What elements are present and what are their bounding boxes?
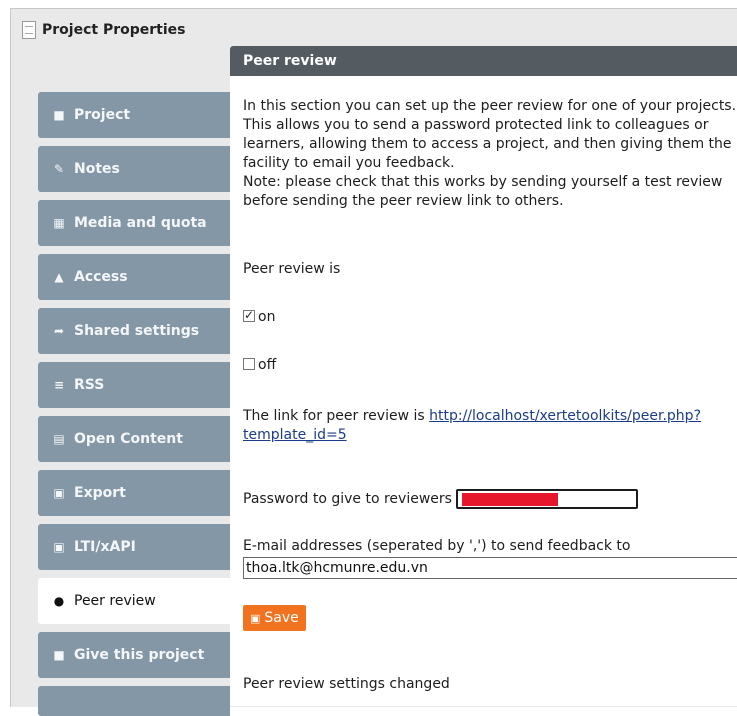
tab-lti-xapi[interactable]: ▣ LTI/xAPI bbox=[38, 524, 230, 570]
tab-label: Media and quota bbox=[74, 215, 207, 231]
tab-label: Shared settings bbox=[74, 323, 200, 339]
window-title-text: Project Properties bbox=[42, 22, 186, 38]
password-label: Password to give to reviewers bbox=[243, 491, 452, 507]
tab-label: Access bbox=[74, 269, 128, 285]
film-icon: ▦ bbox=[53, 216, 65, 230]
unlock-icon: ▲ bbox=[54, 270, 64, 284]
tab-peer-review[interactable]: ● Peer review bbox=[38, 578, 230, 624]
floppy-icon: ▣ bbox=[250, 611, 261, 625]
tab-label: Notes bbox=[74, 161, 120, 177]
option-off[interactable]: off bbox=[243, 356, 276, 375]
save-row: ▣ Save bbox=[243, 605, 306, 631]
tab-next-partial[interactable] bbox=[38, 686, 230, 716]
window-title: Project Properties bbox=[22, 18, 185, 42]
tab-rss[interactable]: ≡ RSS bbox=[38, 362, 230, 408]
gift-icon: ■ bbox=[53, 648, 65, 662]
panel-header: Peer review bbox=[230, 46, 737, 76]
tab-notes[interactable]: ✎ Notes bbox=[38, 146, 230, 192]
email-label: E-mail addresses (seperated by ',') to s… bbox=[243, 538, 631, 554]
tab-label: RSS bbox=[74, 377, 105, 393]
tab-label: Give this project bbox=[74, 647, 205, 663]
off-label: off bbox=[258, 357, 277, 373]
on-label: on bbox=[258, 309, 276, 325]
note-paragraph: Note: please check that this works by se… bbox=[243, 174, 723, 209]
tab-media-and-quota[interactable]: ▦ Media and quota bbox=[38, 200, 230, 246]
intro-text: In this section you can set up the peer … bbox=[243, 97, 737, 211]
panel-title: Peer review bbox=[243, 53, 337, 69]
tab-project[interactable]: ■ Project bbox=[38, 92, 230, 138]
peer-review-status-label: Peer review is bbox=[243, 261, 341, 277]
off-checkbox[interactable] bbox=[243, 358, 255, 370]
on-checkbox[interactable] bbox=[243, 306, 255, 325]
save-icon: ▣ bbox=[53, 486, 65, 500]
tab-label: Peer review bbox=[74, 593, 156, 609]
tab-open-content[interactable]: ▤ Open Content bbox=[38, 416, 230, 462]
tab-shared-settings[interactable]: ➦ Shared settings bbox=[38, 308, 230, 354]
intro-paragraph: In this section you can set up the peer … bbox=[243, 98, 737, 171]
lti-icon: ▣ bbox=[53, 540, 65, 554]
email-input[interactable]: thoa.ltk@hcmunre.edu.vn bbox=[243, 557, 737, 579]
password-input[interactable] bbox=[456, 489, 639, 509]
password-row: Password to give to reviewers bbox=[243, 489, 639, 509]
tab-label: Project bbox=[74, 107, 131, 123]
peer-review-link-line: The link for peer review is http://local… bbox=[243, 407, 737, 445]
share-icon: ➦ bbox=[53, 324, 65, 338]
document-icon bbox=[22, 21, 36, 39]
save-label: Save bbox=[264, 609, 299, 626]
save-button[interactable]: ▣ Save bbox=[243, 605, 306, 631]
status-message: Peer review settings changed bbox=[243, 676, 450, 692]
tab-export[interactable]: ▣ Export bbox=[38, 470, 230, 516]
comments-icon: ● bbox=[53, 594, 65, 608]
file-icon: ■ bbox=[53, 108, 65, 122]
cc-icon: ▤ bbox=[53, 432, 65, 446]
link-prefix: The link for peer review is bbox=[243, 408, 430, 424]
tab-access[interactable]: ▲ Access bbox=[38, 254, 230, 300]
rss-icon: ≡ bbox=[53, 378, 65, 392]
option-on[interactable]: on bbox=[243, 306, 276, 327]
edit-icon: ✎ bbox=[53, 162, 65, 176]
peer-review-panel: Peer review In this section you can set … bbox=[230, 46, 737, 706]
tab-label: LTI/xAPI bbox=[74, 539, 136, 555]
tab-give-this-project[interactable]: ■ Give this project bbox=[38, 632, 230, 678]
redacted-password bbox=[462, 493, 559, 506]
tab-label: Open Content bbox=[74, 431, 183, 447]
tab-label: Export bbox=[74, 485, 126, 501]
